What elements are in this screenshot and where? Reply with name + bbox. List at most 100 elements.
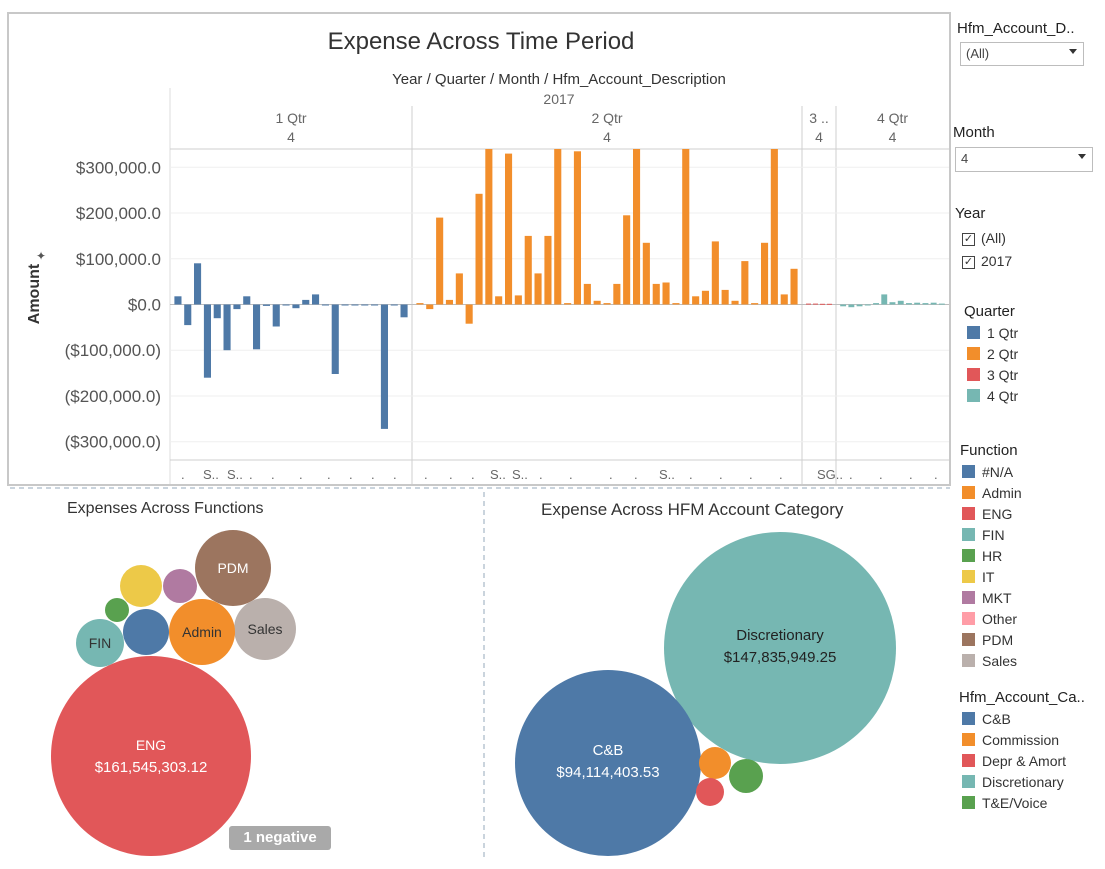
bar-q2-28[interactable] (692, 296, 700, 305)
bar-q1-19[interactable] (361, 304, 369, 306)
bubble-tevoice[interactable] (729, 759, 763, 793)
bar-q2-2[interactable] (436, 217, 444, 305)
bubble-depramort[interactable] (696, 778, 724, 806)
bar-q2-1[interactable] (426, 304, 434, 310)
bar-q2-26[interactable] (672, 303, 680, 305)
bar-q2-14[interactable] (554, 149, 562, 305)
bar-q2-16[interactable] (573, 151, 581, 305)
bar-q1-15[interactable] (321, 304, 329, 306)
bar-q2-17[interactable] (583, 283, 591, 305)
bar-q2-31[interactable] (721, 289, 729, 305)
bar-q2-32[interactable] (731, 300, 739, 305)
bar-q1-12[interactable] (292, 304, 300, 309)
bar-q4-1[interactable] (848, 304, 855, 308)
bar-q2-18[interactable] (593, 300, 601, 305)
bar-q2-38[interactable] (790, 268, 798, 305)
legend-item[interactable]: MKT (962, 590, 1012, 608)
bar-q2-15[interactable] (564, 303, 572, 305)
year-option-2017[interactable]: ✓ 2017 (962, 253, 1012, 271)
legend-item[interactable]: Commission (962, 732, 1059, 750)
bar-q1-3[interactable] (203, 304, 211, 378)
bar-q1-14[interactable] (312, 294, 320, 305)
legend-item[interactable]: 3 Qtr (967, 367, 1018, 385)
bar-q2-37[interactable] (780, 294, 788, 305)
bar-q2-13[interactable] (544, 235, 552, 305)
bar-q1-5[interactable] (223, 304, 231, 351)
legend-item[interactable]: ENG (962, 506, 1012, 524)
legend-item[interactable]: 1 Qtr (967, 325, 1018, 343)
bar-q1-18[interactable] (351, 304, 359, 306)
legend-item[interactable]: 2 Qtr (967, 346, 1018, 364)
year-option-all[interactable]: ✓ (All) (962, 230, 1006, 248)
bar-q2-10[interactable] (514, 295, 522, 305)
bar-q2-21[interactable] (623, 215, 631, 305)
bar-q2-7[interactable] (485, 149, 493, 305)
legend-item[interactable]: HR (962, 548, 1002, 566)
legend-item[interactable]: 4 Qtr (967, 388, 1018, 406)
bar-q1-7[interactable] (243, 296, 251, 305)
bubble-nannaa[interactable] (123, 609, 169, 655)
bar-q4-8[interactable] (906, 303, 912, 305)
bar-q3-0[interactable] (806, 303, 811, 305)
bar-q1-9[interactable] (262, 304, 270, 306)
pin-icon[interactable]: ✦ (36, 249, 46, 263)
bar-q2-4[interactable] (455, 273, 463, 305)
bar-q4-4[interactable] (873, 303, 879, 305)
bar-q3-2[interactable] (820, 303, 825, 305)
legend-item[interactable]: Sales (962, 653, 1017, 671)
legend-item[interactable]: FIN (962, 527, 1005, 545)
legend-item[interactable]: IT (962, 569, 994, 587)
bar-q2-23[interactable] (642, 242, 650, 305)
bar-q4-9[interactable] (914, 302, 921, 305)
bubble-cb[interactable] (515, 670, 701, 856)
bar-q2-33[interactable] (741, 261, 749, 305)
bar-q1-13[interactable] (302, 299, 310, 305)
bar-q4-12[interactable] (938, 303, 945, 305)
bar-q1-23[interactable] (400, 304, 408, 318)
bar-q4-3[interactable] (864, 304, 871, 306)
bar-q3-3[interactable] (827, 303, 832, 305)
bar-q2-19[interactable] (603, 303, 611, 305)
bubble-commission[interactable] (699, 747, 731, 779)
legend-item[interactable]: #N/A (962, 464, 1013, 482)
bar-q1-17[interactable] (341, 304, 349, 306)
bar-q2-25[interactable] (662, 282, 670, 305)
bar-q4-5[interactable] (881, 294, 888, 305)
negative-values-badge[interactable]: 1 negative (229, 826, 331, 850)
legend-item[interactable]: Discretionary (962, 774, 1064, 792)
bar-q2-8[interactable] (495, 296, 503, 305)
bar-q1-11[interactable] (282, 304, 290, 306)
month-dropdown[interactable]: 4 (955, 147, 1093, 172)
bar-q4-7[interactable] (897, 300, 904, 305)
bar-q3-1[interactable] (813, 303, 818, 305)
bar-q4-6[interactable] (889, 302, 896, 305)
checkbox-checked-icon[interactable]: ✓ (962, 232, 975, 246)
hfm-account-desc-dropdown[interactable]: (All) (960, 42, 1084, 66)
bar-q1-22[interactable] (390, 304, 398, 306)
legend-item[interactable]: Depr & Amort (962, 753, 1066, 771)
bar-q1-21[interactable] (380, 304, 388, 429)
bubble-it[interactable] (120, 565, 162, 607)
bar-q4-2[interactable] (856, 304, 863, 307)
bar-q2-22[interactable] (633, 149, 641, 305)
bar-q2-0[interactable] (416, 303, 424, 305)
legend-item[interactable]: Other (962, 611, 1017, 629)
checkbox-checked-icon[interactable]: ✓ (962, 255, 975, 269)
bar-q2-30[interactable] (711, 241, 719, 305)
bar-q2-3[interactable] (445, 299, 453, 305)
bar-q4-0[interactable] (840, 304, 847, 307)
bar-q2-9[interactable] (505, 153, 513, 305)
bar-q1-16[interactable] (331, 304, 339, 375)
bubble-discretionary[interactable] (664, 532, 896, 764)
bar-q4-10[interactable] (922, 303, 929, 305)
bar-q2-6[interactable] (475, 193, 483, 305)
bar-q2-27[interactable] (682, 149, 690, 305)
bar-q1-4[interactable] (213, 304, 221, 319)
bar-q1-1[interactable] (184, 304, 192, 326)
bubble-hr[interactable] (105, 598, 129, 622)
bar-q2-11[interactable] (524, 235, 532, 305)
bubble-eng[interactable] (51, 656, 251, 856)
bar-q1-8[interactable] (253, 304, 261, 350)
legend-item[interactable]: T&E/Voice (962, 795, 1047, 813)
bar-q4-11[interactable] (930, 302, 937, 305)
